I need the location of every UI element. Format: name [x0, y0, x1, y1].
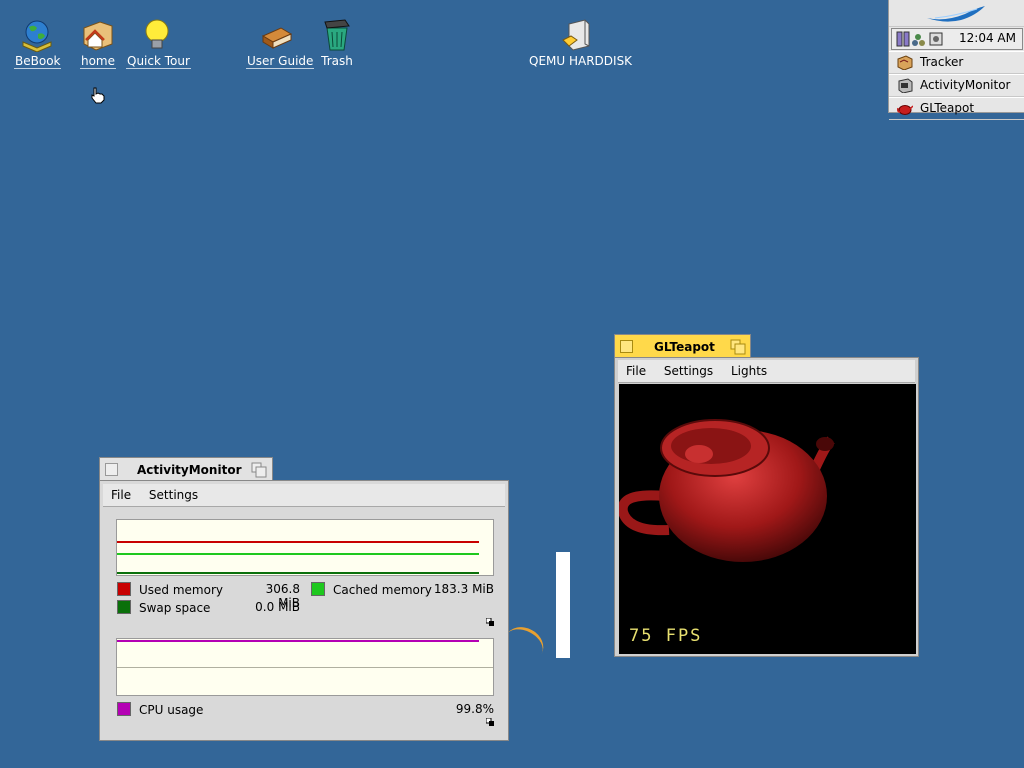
- used-memory-line: [117, 541, 479, 543]
- swap-space-value: 0.0 MiB: [255, 600, 300, 614]
- desktop-icon-quick-tour[interactable]: Quick Tour: [126, 18, 191, 69]
- activitymonitor-window-tab[interactable]: ActivityMonitor: [99, 457, 273, 481]
- glteapot-window: File Settings Lights 75 FPS: [614, 357, 919, 657]
- zoom-button[interactable]: [730, 339, 746, 355]
- lightbulb-icon: [145, 19, 169, 49]
- desktop-icon-label: QEMU HARDDISK: [529, 54, 633, 68]
- cpu-usage-swatch[interactable]: [117, 702, 131, 716]
- deskbar-item-label: ActivityMonitor: [920, 78, 1011, 92]
- system-tray: 12:04 AM: [891, 28, 1023, 50]
- used-memory-swatch[interactable]: [117, 582, 131, 596]
- deskbar-menu-button[interactable]: [889, 0, 1024, 27]
- swap-space-line: [117, 572, 479, 574]
- deskbar-item-label: Tracker: [920, 55, 964, 69]
- cpu-graph: [116, 638, 494, 696]
- menu-lights[interactable]: Lights: [731, 364, 767, 378]
- home-folder-icon: [83, 21, 113, 51]
- deskbar-item-glteapot[interactable]: GLTeapot: [889, 97, 1024, 120]
- close-button[interactable]: [620, 340, 633, 353]
- glteapot-window-tab[interactable]: GLTeapot: [614, 334, 751, 358]
- teapot-render: [619, 419, 835, 562]
- desktop-icon-label: BeBook: [14, 54, 62, 69]
- legend-label: CPU usage: [139, 703, 204, 717]
- teapot-icon: [897, 105, 913, 115]
- cached-memory-line: [117, 553, 479, 555]
- harddisk-icon: [562, 19, 590, 51]
- opengl-view[interactable]: 75 FPS: [619, 384, 916, 654]
- haiku-leaf-icon: [927, 6, 985, 22]
- background-logo-bar: [556, 552, 570, 658]
- menu-file[interactable]: File: [626, 364, 646, 378]
- menu-file[interactable]: File: [111, 488, 131, 502]
- desktop-icon-trash[interactable]: Trash: [318, 18, 356, 68]
- cpu-usage-value: 99.8%: [455, 702, 494, 716]
- resize-handle-icon[interactable]: [486, 618, 495, 627]
- legend-label: Cached memory: [333, 583, 432, 597]
- cached-memory-swatch[interactable]: [311, 582, 325, 596]
- legend-swap-space: Swap space: [117, 600, 210, 616]
- trash-icon: [324, 19, 350, 51]
- hand-cursor-icon: [91, 87, 105, 104]
- fps-counter: 75 FPS: [629, 626, 703, 646]
- desktop-icon-label: Trash: [321, 54, 353, 68]
- globe-book-icon: [22, 20, 52, 52]
- desktop-icon-bebook[interactable]: BeBook: [14, 18, 62, 69]
- menu-settings[interactable]: Settings: [149, 488, 198, 502]
- legend-used-memory: Used memory: [117, 582, 223, 598]
- window-title: ActivityMonitor: [137, 463, 242, 477]
- tracker-icon: [897, 55, 913, 70]
- menu-bar: File Settings: [103, 484, 505, 507]
- cached-memory-value: 183.3 MiB: [433, 582, 494, 596]
- desktop-icon-label: Quick Tour: [126, 54, 191, 69]
- clock[interactable]: 12:04 AM: [959, 31, 1016, 45]
- deskbar-item-activitymonitor[interactable]: ActivityMonitor: [889, 74, 1024, 97]
- resize-handle-icon[interactable]: [486, 718, 495, 727]
- menu-settings[interactable]: Settings: [664, 364, 713, 378]
- tray-icons[interactable]: [896, 31, 952, 47]
- menu-bar: File Settings Lights: [618, 360, 915, 383]
- deskbar: 12:04 AM Tracker ActivityMonitor GLTeapo…: [888, 0, 1024, 120]
- swap-space-swatch[interactable]: [117, 600, 131, 614]
- memory-graph: [116, 519, 494, 576]
- legend-cpu-usage: CPU usage: [117, 702, 203, 718]
- legend-label: Used memory: [139, 583, 223, 597]
- zoom-button[interactable]: [251, 462, 267, 478]
- deskbar-item-tracker[interactable]: Tracker: [889, 51, 1024, 74]
- deskbar-item-label: GLTeapot: [920, 101, 975, 115]
- legend-cached-memory: Cached memory: [311, 582, 432, 598]
- desktop-icon-qemu-harddisk[interactable]: QEMU HARDDISK: [528, 18, 632, 68]
- cpu-usage-line: [117, 640, 479, 642]
- book-icon: [261, 27, 293, 49]
- activitymonitor-window: File Settings Used memory 306.8 MiB Cach…: [99, 480, 509, 741]
- desktop-icon-label: User Guide: [246, 54, 315, 69]
- window-title: GLTeapot: [654, 340, 715, 354]
- desktop-icon-home[interactable]: home: [78, 18, 118, 69]
- cpu-gridline: [117, 667, 493, 668]
- legend-label: Swap space: [139, 601, 211, 615]
- desktop-icon-user-guide[interactable]: User Guide: [246, 18, 315, 69]
- activity-monitor-icon: [898, 78, 913, 93]
- close-button[interactable]: [105, 463, 118, 476]
- desktop-icon-label: home: [79, 54, 117, 69]
